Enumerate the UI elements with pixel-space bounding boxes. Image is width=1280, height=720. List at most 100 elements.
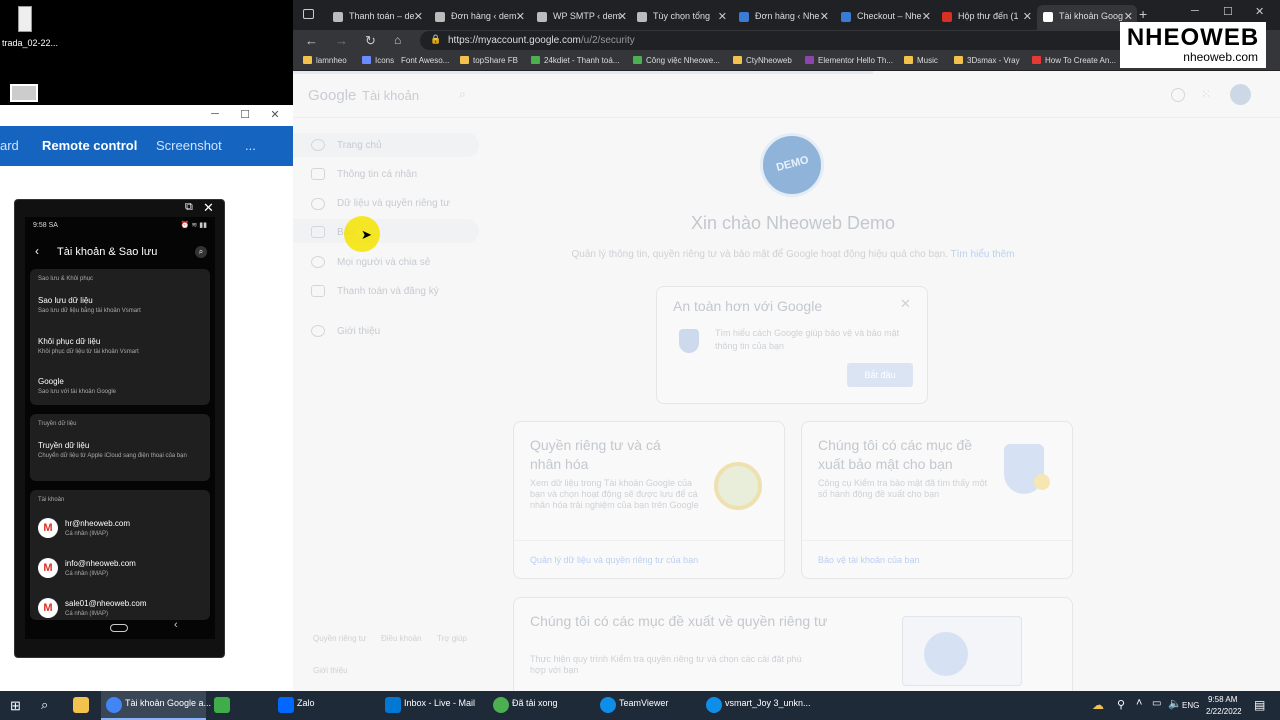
tab-dashboard[interactable]: ard xyxy=(0,138,19,153)
nav-data-privacy[interactable]: Dữ liệu và quyền riêng tư xyxy=(337,198,450,209)
desktop-icon-label[interactable]: trada_02-22... xyxy=(2,38,58,48)
close-icon[interactable]: ✕ xyxy=(922,10,931,23)
clock-date[interactable]: 2/22/2022 xyxy=(1206,707,1242,716)
notification-icon[interactable]: ▤ xyxy=(1254,698,1265,712)
bookmark[interactable]: 3Dsmax - Vray xyxy=(954,56,1020,65)
bookmark[interactable]: topShare FB xyxy=(460,56,518,65)
nav-personal-info[interactable]: Thông tin cá nhân xyxy=(337,169,417,180)
google-logo[interactable]: Google xyxy=(308,87,356,104)
bookmark[interactable]: Font Aweso... xyxy=(401,56,449,65)
bookmark[interactable]: Công việc Nheowe... xyxy=(633,56,720,65)
tab-more[interactable]: ... xyxy=(245,138,256,153)
nav-about[interactable]: Giới thiệu xyxy=(337,326,380,337)
account-email[interactable]: hr@nheoweb.com xyxy=(65,519,130,528)
learn-more-link[interactable]: Tìm hiểu thêm xyxy=(951,249,1015,260)
search-icon[interactable]: ⌕ xyxy=(459,87,466,102)
volume-icon[interactable]: 🔈 xyxy=(1168,697,1182,710)
browser-tab[interactable]: Đơn hàng ‹ dem ✕ xyxy=(429,5,529,30)
mail-icon[interactable] xyxy=(385,697,401,713)
minimize-icon[interactable]: ─ xyxy=(1191,5,1199,17)
close-icon[interactable]: ✕ xyxy=(618,10,627,23)
maximize-icon[interactable]: ☐ xyxy=(236,108,254,121)
account-email[interactable]: info@nheoweb.com xyxy=(65,559,136,568)
bookmark[interactable]: How To Create An... xyxy=(1032,56,1116,65)
bookmark[interactable]: Elementor Hello Th... xyxy=(805,56,893,65)
back-nav-icon[interactable]: ‹ xyxy=(174,619,178,631)
account-email[interactable]: sale01@nheoweb.com xyxy=(65,599,147,608)
browser-tab[interactable]: Checkout – Nhe ✕ xyxy=(835,5,935,30)
search-input[interactable] xyxy=(478,87,918,103)
back-arrow-icon[interactable]: ‹ xyxy=(35,244,39,258)
taskbar-app-label[interactable]: vsmart_Joy 3_unkn... xyxy=(725,698,811,708)
search-icon[interactable]: ⌕ xyxy=(41,697,48,713)
bookmark[interactable]: Icons xyxy=(362,56,394,65)
tab-search-icon[interactable] xyxy=(303,9,314,19)
restore-item-title[interactable]: Khôi phục dữ liệu xyxy=(38,337,100,346)
forward-icon[interactable]: → xyxy=(335,33,348,48)
profile-avatar[interactable]: DEMO xyxy=(760,133,824,197)
bookmark[interactable]: 24kdiet - Thanh toá... xyxy=(531,56,619,65)
chevron-up-icon[interactable]: ˄ xyxy=(1136,697,1142,709)
taskbar-app-label[interactable]: Inbox - Live - Mail xyxy=(404,698,475,708)
external-link-icon[interactable]: ⧉ xyxy=(185,201,193,214)
transfer-item-title[interactable]: Truyền dữ liệu xyxy=(38,441,89,450)
footer-help-link[interactable]: Trợ giúp xyxy=(437,634,467,643)
download-icon[interactable] xyxy=(493,697,509,713)
home-icon[interactable]: ⌂ xyxy=(394,33,401,47)
monitor-icon[interactable] xyxy=(10,84,38,102)
new-tab-icon[interactable]: + xyxy=(1139,6,1147,22)
file-explorer-icon[interactable] xyxy=(73,697,89,713)
footer-privacy-link[interactable]: Quyền riêng tư xyxy=(313,634,366,643)
windows-start-icon[interactable]: ⊞ xyxy=(10,698,21,714)
nav-home[interactable]: Trang chủ xyxy=(337,140,382,151)
help-icon[interactable] xyxy=(1171,88,1185,102)
bookmark[interactable]: lamnheo xyxy=(303,56,347,65)
backup-item-title[interactable]: Sao lưu dữ liệu xyxy=(38,296,93,305)
tab-remote-control[interactable]: Remote control xyxy=(42,138,137,153)
card-link[interactable]: Bảo vệ tài khoản của bạn xyxy=(818,555,920,565)
weather-icon[interactable]: ☁ xyxy=(1092,698,1104,712)
browser-tab[interactable]: Đơn hàng ‹ Nhe ✕ xyxy=(733,5,833,30)
bookmark[interactable]: CtyNheoweb xyxy=(733,56,792,65)
zalo-icon[interactable] xyxy=(278,697,294,713)
browser-tab[interactable]: Hộp thư đến (1 ✕ xyxy=(936,5,1036,30)
close-icon[interactable]: ✕ xyxy=(1023,10,1032,23)
back-icon[interactable]: ← xyxy=(305,33,318,48)
taskbar-app-label[interactable]: Zalo xyxy=(297,698,315,708)
bookmark[interactable]: Music xyxy=(904,56,938,65)
camtasia-icon[interactable] xyxy=(214,697,230,713)
avatar[interactable] xyxy=(1230,84,1251,105)
home-button[interactable] xyxy=(110,624,128,632)
nav-people-sharing[interactable]: Mọi người và chia sẻ xyxy=(337,257,430,268)
close-icon[interactable]: ✕ xyxy=(203,200,214,216)
clock-time[interactable]: 9:58 AM xyxy=(1208,695,1237,704)
browser-tab[interactable]: WP SMTP ‹ dem ✕ xyxy=(531,5,631,30)
close-icon[interactable]: ✕ xyxy=(516,10,525,23)
close-icon[interactable]: ✕ xyxy=(900,296,911,312)
teamviewer-icon[interactable] xyxy=(706,697,722,713)
file-icon[interactable] xyxy=(18,6,32,32)
card-link[interactable]: Quản lý dữ liệu và quyền riêng tư của bạ… xyxy=(530,555,698,565)
teamviewer-icon[interactable] xyxy=(600,697,616,713)
network-icon[interactable]: ▭ xyxy=(1152,698,1161,709)
tab-screenshot[interactable]: Screenshot xyxy=(156,138,222,153)
nav-payments[interactable]: Thanh toán và đăng ký xyxy=(337,286,439,297)
browser-tab[interactable]: Tùy chọn tổng ✕ xyxy=(631,5,731,30)
footer-terms-link[interactable]: Điều khoản xyxy=(381,634,421,643)
close-icon[interactable]: ✕ xyxy=(718,10,727,23)
apps-grid-icon[interactable]: ⁙ xyxy=(1201,87,1211,101)
close-icon[interactable]: ✕ xyxy=(820,10,829,23)
close-icon[interactable]: ✕ xyxy=(414,10,423,23)
close-icon[interactable]: ✕ xyxy=(1255,5,1264,18)
taskbar-app-label[interactable]: Đã tải xong xyxy=(512,698,558,708)
close-icon[interactable]: ✕ xyxy=(266,108,284,121)
url-bar[interactable]: 🔒 https://myaccount.google.com/u/2/secur… xyxy=(420,31,1210,50)
start-button[interactable]: Bắt đầu xyxy=(847,363,913,387)
search-icon[interactable]: ⌕ xyxy=(195,246,207,258)
google-item-title[interactable]: Google xyxy=(38,377,64,386)
reload-icon[interactable]: ↻ xyxy=(365,33,376,49)
maximize-icon[interactable]: ☐ xyxy=(1223,5,1233,18)
language-indicator[interactable]: ENG xyxy=(1182,701,1199,710)
footer-about-link[interactable]: Giới thiệu xyxy=(313,666,348,675)
minimize-icon[interactable]: ─ xyxy=(206,108,224,120)
